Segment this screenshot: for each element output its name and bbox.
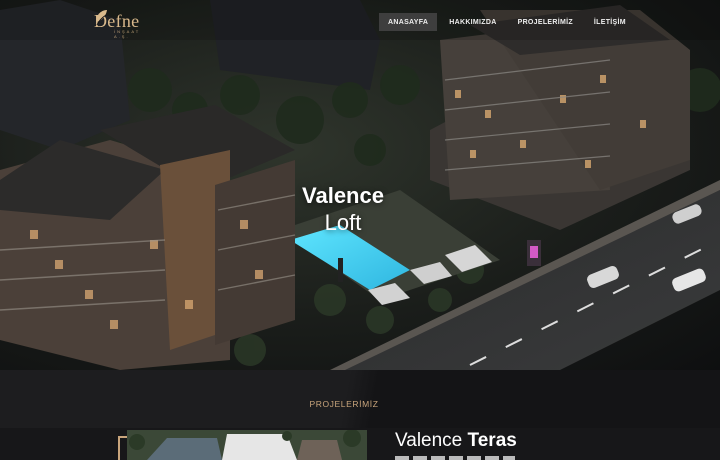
brand-tagline: İNŞAAT A.Ş. — [114, 29, 141, 39]
brand-logo[interactable]: Defne İNŞAAT A.Ş. — [94, 8, 139, 39]
project-thumbnail[interactable] — [127, 430, 367, 460]
project-thumbnail-image — [127, 430, 367, 460]
section-heading: PROJELERİMİZ — [309, 399, 379, 409]
hero-banner: Defne İNŞAAT A.Ş. ANASAYFA HAKKIMIZDA PR… — [0, 0, 720, 370]
leaf-icon — [96, 10, 107, 26]
hero-title-line1: Valence — [302, 183, 384, 208]
projects-section: PROJELERİMİZ Valence Teras — [0, 370, 720, 460]
project-frame-accent — [118, 436, 127, 460]
nav-item-hakkimizda[interactable]: HAKKIMIZDA — [440, 13, 505, 31]
top-navigation: Defne İNŞAAT A.Ş. ANASAYFA HAKKIMIZDA PR… — [0, 0, 720, 40]
nav-item-iletisim[interactable]: İLETİŞİM — [585, 13, 635, 31]
project-title-light: Valence — [395, 430, 468, 451]
project-title[interactable]: Valence Teras — [395, 430, 517, 452]
nav-item-anasayfa[interactable]: ANASAYFA — [379, 13, 438, 31]
nav-item-projelerimiz[interactable]: PROJELERİMİZ — [509, 13, 582, 31]
hero-title: Valence Loft — [283, 182, 403, 236]
project-subtitle-cropped — [395, 456, 515, 460]
project-title-bold: Teras — [467, 430, 517, 451]
hero-title-line2: Loft — [324, 210, 362, 235]
main-menu: ANASAYFA HAKKIMIZDA PROJELERİMİZ İLETİŞİ… — [379, 13, 638, 31]
